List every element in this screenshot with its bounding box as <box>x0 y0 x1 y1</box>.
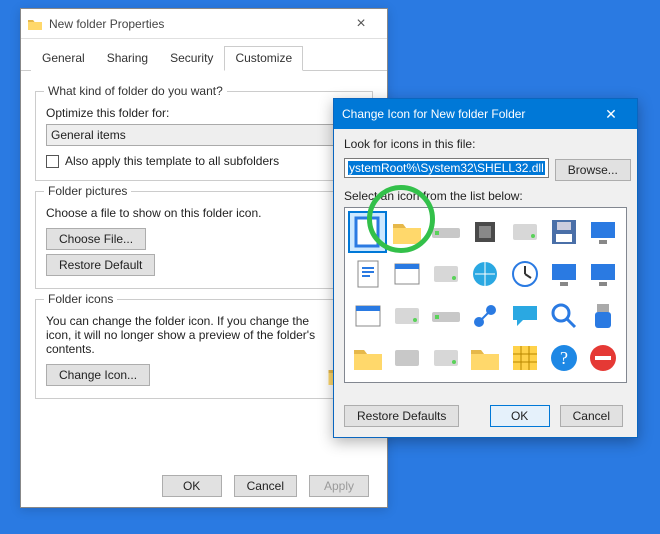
close-button[interactable]: × <box>341 15 381 33</box>
tab-strip: General Sharing Security Customize <box>21 39 387 71</box>
tab-customize[interactable]: Customize <box>224 46 303 71</box>
change-icon-button[interactable]: Change Icon... <box>46 364 150 386</box>
restore-default-button[interactable]: Restore Default <box>46 254 155 276</box>
globe-icon[interactable] <box>466 253 505 295</box>
subfolders-checkbox[interactable] <box>46 155 59 168</box>
pictures-text: Choose a file to show on this folder ico… <box>46 206 362 220</box>
icon-list[interactable] <box>344 207 627 383</box>
optimize-dropdown[interactable]: General items ▾ <box>46 124 362 146</box>
net-drive-icon[interactable] <box>427 253 466 295</box>
grid-icon[interactable] <box>505 337 544 379</box>
look-label: Look for icons in this file: <box>344 137 627 151</box>
ok-button[interactable]: OK <box>162 475 222 497</box>
drive-net-icon[interactable] <box>427 337 466 379</box>
choose-file-button[interactable]: Choose File... <box>46 228 146 250</box>
chip-icon[interactable] <box>466 211 505 253</box>
display-icon[interactable] <box>584 253 623 295</box>
apply-button[interactable]: Apply <box>309 475 369 497</box>
close-button[interactable]: ✕ <box>593 106 629 123</box>
stop-icon[interactable] <box>584 337 623 379</box>
restore-defaults-button[interactable]: Restore Defaults <box>344 405 459 427</box>
cancel-button[interactable]: Cancel <box>560 405 623 427</box>
dropdown-value: General items <box>51 128 126 142</box>
change-icon-dialog: Change Icon for New folder Folder ✕ Look… <box>333 98 638 438</box>
floppy-icon[interactable] <box>544 211 583 253</box>
chat-icon[interactable] <box>505 295 544 337</box>
tab-general[interactable]: General <box>31 46 96 71</box>
text-doc-icon[interactable] <box>348 253 387 295</box>
drive-gold-icon[interactable] <box>505 211 544 253</box>
blank-doc-icon[interactable] <box>348 211 387 253</box>
group-label: What kind of folder do you want? <box>44 84 227 98</box>
icon-path-input[interactable]: ystemRoot%\System32\SHELL32.dll <box>344 158 549 178</box>
icon-path-value: ystemRoot%\System32\SHELL32.dll <box>348 161 545 175</box>
window-icon[interactable] <box>387 253 426 295</box>
folder-open-icon[interactable] <box>466 337 505 379</box>
tab-security[interactable]: Security <box>159 46 224 71</box>
dialog-buttons: OK Cancel Apply <box>162 471 373 497</box>
clock-icon[interactable] <box>505 253 544 295</box>
window-title: New folder Properties <box>49 17 341 31</box>
help-icon[interactable] <box>544 337 583 379</box>
hdd-icon[interactable] <box>387 295 426 337</box>
dialog-title: Change Icon for New folder Folder <box>342 107 593 121</box>
usb-icon[interactable] <box>584 295 623 337</box>
group-folder-pictures: Folder pictures Choose a file to show on… <box>35 191 373 289</box>
dialog-titlebar[interactable]: Change Icon for New folder Folder ✕ <box>334 99 637 129</box>
properties-titlebar[interactable]: New folder Properties × <box>21 9 387 39</box>
search-icon[interactable] <box>544 295 583 337</box>
drive-silver-icon[interactable] <box>427 295 466 337</box>
scanner-icon[interactable] <box>387 337 426 379</box>
group-folder-icons: Folder icons You can change the folder i… <box>35 299 373 399</box>
cancel-button[interactable]: Cancel <box>234 475 297 497</box>
folder-icon[interactable] <box>387 211 426 253</box>
folder-icon <box>27 16 43 32</box>
window-blank-icon[interactable] <box>348 295 387 337</box>
ok-button[interactable]: OK <box>490 405 550 427</box>
subfolders-checkbox-label: Also apply this template to all subfolde… <box>65 154 279 168</box>
network-pc-icon[interactable] <box>584 211 623 253</box>
monitor-blue-icon[interactable] <box>544 253 583 295</box>
icons-text: You can change the folder icon. If you c… <box>46 314 362 356</box>
browse-button[interactable]: Browse... <box>555 159 631 181</box>
tab-sharing[interactable]: Sharing <box>96 46 159 71</box>
group-label: Folder pictures <box>44 184 131 198</box>
network-globe-icon[interactable] <box>466 295 505 337</box>
select-label: Select an icon from the list below: <box>344 189 627 203</box>
folder-small-icon[interactable] <box>348 337 387 379</box>
group-folder-kind: What kind of folder do you want? Optimiz… <box>35 91 373 181</box>
drive-icon[interactable] <box>427 211 466 253</box>
optimize-label: Optimize this folder for: <box>46 106 362 120</box>
group-label: Folder icons <box>44 292 117 306</box>
